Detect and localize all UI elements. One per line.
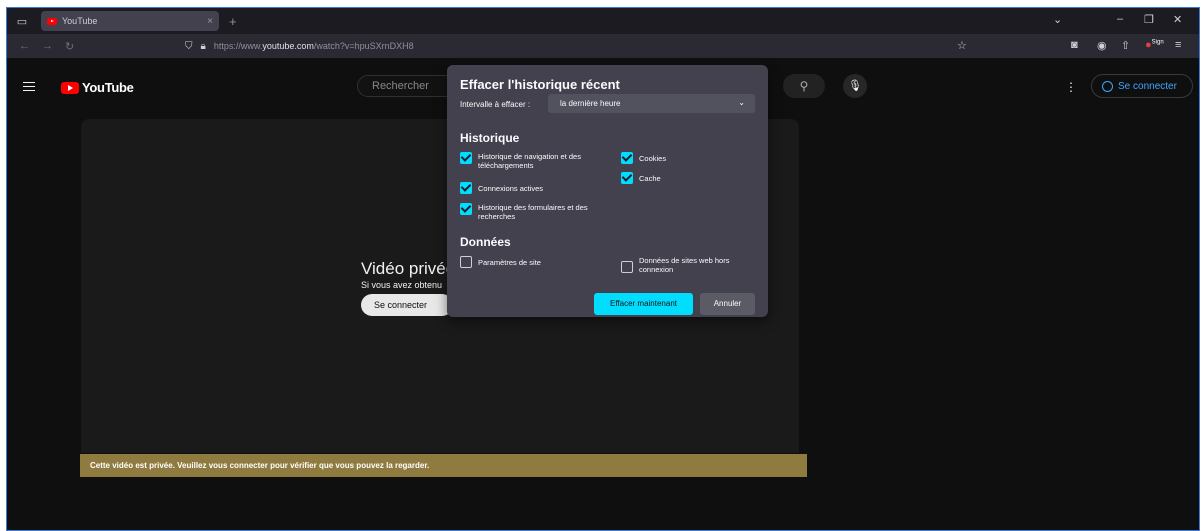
sign-in-button[interactable]: Se connecter <box>1091 74 1193 98</box>
checkbox-label: Historique des formulaires et des recher… <box>478 203 588 221</box>
clear-history-dialog: Effacer l'historique récent Intervalle à… <box>447 65 768 317</box>
data-heading: Données <box>460 235 511 249</box>
chevron-down-icon: ⌄ <box>738 98 745 107</box>
tab-bar: ▭ YouTube × + ⌄ – ❐ ✕ <box>7 8 1199 34</box>
checkbox-checked-icon <box>621 172 633 184</box>
checkbox-browsing-history[interactable]: Historique de navigation et des téléchar… <box>460 152 620 170</box>
checkbox-active-logins[interactable]: Connexions actives <box>460 182 543 194</box>
checkbox-unchecked-icon <box>460 256 472 268</box>
checkbox-checked-icon <box>460 152 472 164</box>
navigation-bar: ← → ↻ ⛉ 🔒︎ https://www.youtube.com/watch… <box>7 34 1199 58</box>
url-prefix: https://www. <box>213 41 263 51</box>
back-arrow-icon[interactable]: ← <box>19 40 30 52</box>
checkbox-offline-data[interactable]: Données de sites web hors connexion <box>621 256 756 274</box>
checkbox-cookies[interactable]: Cookies <box>621 152 666 164</box>
checkbox-unchecked-icon <box>621 261 633 273</box>
addon-badge: Sign <box>1151 39 1164 46</box>
clear-now-button[interactable]: Effacer maintenant <box>594 293 693 315</box>
addon-icon[interactable]: ●Sign <box>1145 39 1164 51</box>
extensions-icon[interactable]: ⇧ <box>1121 39 1130 52</box>
checkbox-checked-icon <box>460 203 472 215</box>
shield-icon[interactable]: ⛉ <box>185 41 193 52</box>
checkbox-label: Données de sites web hors connexion <box>639 256 730 274</box>
logo-text: YouTube <box>82 80 134 95</box>
forward-arrow-icon[interactable]: → <box>42 40 53 52</box>
checkbox-label: Cache <box>639 174 661 183</box>
browser-window: ▭ YouTube × + ⌄ – ❐ ✕ ← → ↻ ⛉ 🔒︎ https:/… <box>6 7 1200 531</box>
reload-icon[interactable]: ↻ <box>65 40 74 53</box>
youtube-favicon-icon <box>47 17 57 25</box>
hamburger-menu-icon[interactable] <box>23 82 35 91</box>
checkbox-form-history[interactable]: Historique des formulaires et des recher… <box>460 203 625 221</box>
minimize-button[interactable]: – <box>1117 13 1123 25</box>
pocket-icon[interactable]: ◙ <box>1071 39 1078 51</box>
tab-title: YouTube <box>62 16 98 26</box>
search-icon: ⚲ <box>799 79 809 93</box>
checkbox-checked-icon <box>621 152 633 164</box>
checkbox-checked-icon <box>460 182 472 194</box>
user-circle-icon <box>1102 80 1113 92</box>
checkbox-label: Historique de navigation et des téléchar… <box>478 152 581 170</box>
checkbox-site-settings[interactable]: Paramètres de site <box>460 256 541 268</box>
checkbox-label: Cookies <box>639 154 667 163</box>
tab-close-icon[interactable]: × <box>207 16 213 27</box>
checkbox-cache[interactable]: Cache <box>621 172 661 184</box>
menu-icon[interactable]: ≡ <box>1175 39 1181 51</box>
voice-search-button[interactable]: 🎙︎ <box>843 74 867 98</box>
history-heading: Historique <box>460 131 520 145</box>
search-button[interactable]: ⚲ <box>783 74 825 98</box>
new-tab-button[interactable]: + <box>229 14 237 29</box>
url-path: /watch?v=hpuSXrnDXH8 <box>313 41 414 51</box>
url-domain: youtube.com <box>262 41 314 51</box>
tab-list-icon[interactable]: ▭ <box>11 11 33 31</box>
checkbox-label: Paramètres de site <box>478 258 541 267</box>
player-sign-in-button[interactable]: Se connecter <box>361 294 453 316</box>
more-options-icon[interactable]: ⋮ <box>1065 80 1077 94</box>
private-video-subtitle: Si vous avez obtenu <box>361 280 443 290</box>
dialog-title: Effacer l'historique récent <box>460 77 620 92</box>
cancel-button[interactable]: Annuler <box>700 293 755 315</box>
tab-overflow-chevron-icon[interactable]: ⌄ <box>1053 13 1062 26</box>
time-range-select[interactable]: la dernière heure ⌄ <box>548 94 755 113</box>
checkbox-label: Connexions actives <box>478 184 544 193</box>
restore-button[interactable]: ❐ <box>1144 13 1154 26</box>
private-video-banner: Cette vidéo est privée. Veuillez vous co… <box>80 454 807 477</box>
lock-icon[interactable]: 🔒︎ <box>201 41 206 52</box>
account-icon[interactable]: ◉ <box>1097 39 1107 52</box>
microphone-icon: 🎙︎ <box>848 80 862 92</box>
private-video-title: Vidéo privée <box>361 259 451 278</box>
close-window-button[interactable]: ✕ <box>1173 13 1182 26</box>
youtube-logo[interactable]: YouTube <box>61 80 134 95</box>
url-text[interactable]: https://www.youtube.com/watch?v=hpuSXrnD… <box>214 41 414 51</box>
youtube-play-icon <box>61 81 79 94</box>
time-range-value: la dernière heure <box>560 99 621 108</box>
bookmark-star-icon[interactable]: ☆ <box>957 39 967 52</box>
sign-in-label: Se connecter <box>1118 80 1177 92</box>
url-bar[interactable]: ⛉ 🔒︎ https://www.youtube.com/watch?v=hpu… <box>185 37 975 55</box>
tab-youtube[interactable]: YouTube × <box>41 11 219 31</box>
range-label: Intervalle à effacer : <box>460 100 531 109</box>
